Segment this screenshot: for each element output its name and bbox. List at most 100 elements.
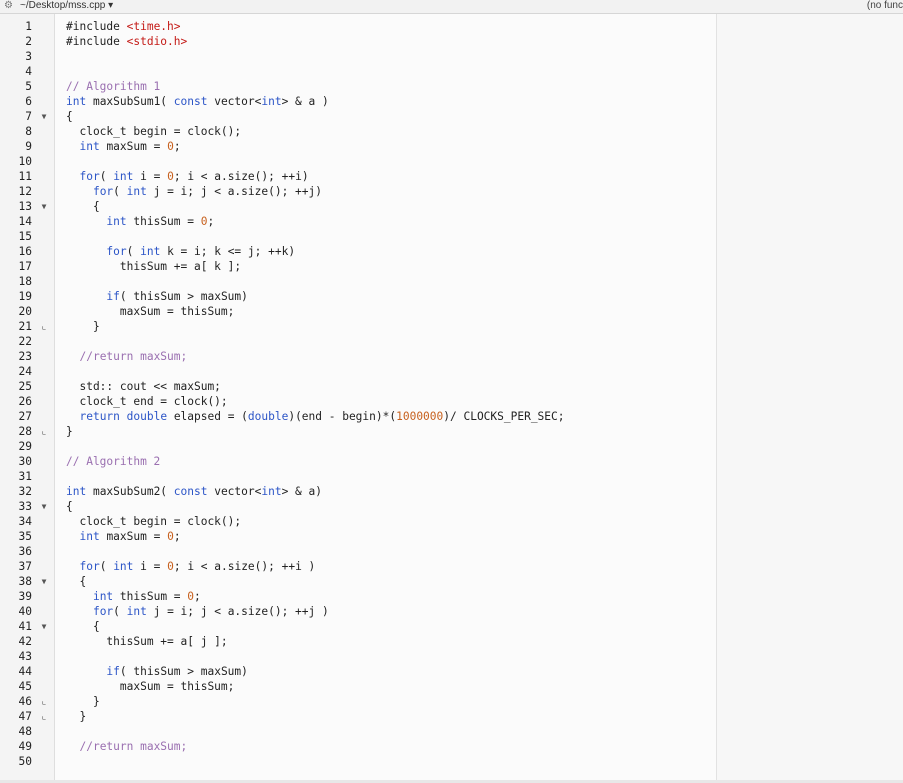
code-line[interactable]: 7 ▼ { bbox=[0, 109, 903, 124]
code-text: for( int j = i; j < a.size(); ++j) bbox=[92, 185, 322, 198]
line-number: 9 bbox=[25, 140, 32, 153]
code-line[interactable]: 41 ▼ { bbox=[0, 619, 903, 634]
code-text: thisSum += a[ k ]; bbox=[66, 260, 242, 273]
line-number: 34 bbox=[18, 515, 32, 528]
code-line[interactable]: 12 for( int j = i; j < a.size(); ++j) bbox=[0, 184, 903, 199]
code-line[interactable]: 22 bbox=[0, 334, 903, 349]
code-line[interactable]: 40 for( int j = i; j < a.size(); ++j ) bbox=[0, 604, 903, 619]
line-number: 46 bbox=[18, 695, 32, 708]
fold-open-icon[interactable]: ▼ bbox=[39, 619, 49, 634]
fold-open-icon[interactable]: ▼ bbox=[39, 199, 49, 214]
code-line[interactable]: 46 ⌞ } bbox=[0, 694, 903, 709]
line-number: 14 bbox=[18, 215, 32, 228]
code-line[interactable]: 44 if( thisSum > maxSum) bbox=[0, 664, 903, 679]
line-number: 23 bbox=[18, 350, 32, 363]
code-line[interactable]: 16 for( int k = i; k <= j; ++k) bbox=[0, 244, 903, 259]
code-line[interactable]: 2 #include <stdio.h> bbox=[0, 34, 903, 49]
code-text: maxSum = thisSum; bbox=[66, 680, 235, 693]
code-text: clock_t end = clock(); bbox=[66, 395, 228, 408]
code-text: { bbox=[66, 620, 100, 633]
code-line[interactable]: 42 thisSum += a[ j ]; bbox=[0, 634, 903, 649]
line-number: 25 bbox=[18, 380, 32, 393]
code-line[interactable]: 30 // Algorithm 2 bbox=[0, 454, 903, 469]
line-number: 49 bbox=[18, 740, 32, 753]
code-line[interactable]: 38 ▼ { bbox=[0, 574, 903, 589]
line-number: 36 bbox=[18, 545, 32, 558]
code-text: #include <stdio.h> bbox=[66, 35, 188, 48]
code-text: // Algorithm 2 bbox=[66, 455, 161, 468]
line-number: 40 bbox=[18, 605, 32, 618]
code-line[interactable]: 3 bbox=[0, 49, 903, 64]
code-line[interactable]: 49 //return maxSum; bbox=[0, 739, 903, 754]
line-number: 13 bbox=[18, 200, 32, 213]
code-text: for( int k = i; k <= j; ++k) bbox=[106, 245, 296, 258]
code-line[interactable]: 17 thisSum += a[ k ]; bbox=[0, 259, 903, 274]
fold-open-icon[interactable]: ▼ bbox=[39, 574, 49, 589]
code-line[interactable]: 14 int thisSum = 0; bbox=[0, 214, 903, 229]
code-text: #include <time.h> bbox=[66, 20, 181, 33]
code-line[interactable]: 37 for( int i = 0; i < a.size(); ++i ) bbox=[0, 559, 903, 574]
code-line[interactable]: 29 bbox=[0, 439, 903, 454]
line-number: 35 bbox=[18, 530, 32, 543]
gear-icon[interactable]: ⚙ bbox=[4, 0, 13, 12]
line-number: 30 bbox=[18, 455, 32, 468]
line-number: 45 bbox=[18, 680, 32, 693]
line-number: 6 bbox=[25, 95, 32, 108]
code-line[interactable]: 28 ⌞} bbox=[0, 424, 903, 439]
line-number: 21 bbox=[18, 320, 32, 333]
code-text: //return maxSum; bbox=[79, 740, 188, 753]
line-number: 4 bbox=[25, 65, 32, 78]
code-line[interactable]: 26 clock_t end = clock(); bbox=[0, 394, 903, 409]
code-line[interactable]: 11 for( int i = 0; i < a.size(); ++i) bbox=[0, 169, 903, 184]
code-text: } bbox=[66, 695, 100, 708]
code-line[interactable]: 45 maxSum = thisSum; bbox=[0, 679, 903, 694]
line-number: 37 bbox=[18, 560, 32, 573]
line-number: 33 bbox=[18, 500, 32, 513]
code-text: { bbox=[66, 200, 100, 213]
code-line[interactable]: 4 bbox=[0, 64, 903, 79]
code-line[interactable]: 9 int maxSum = 0; bbox=[0, 139, 903, 154]
code-line[interactable]: 24 bbox=[0, 364, 903, 379]
code-line[interactable]: 43 bbox=[0, 649, 903, 664]
code-line[interactable]: 39 int thisSum = 0; bbox=[0, 589, 903, 604]
line-number: 1 bbox=[25, 20, 32, 33]
fold-open-icon[interactable]: ▼ bbox=[39, 109, 49, 124]
code-line[interactable]: 20 maxSum = thisSum; bbox=[0, 304, 903, 319]
code-line[interactable]: 21 ⌞ } bbox=[0, 319, 903, 334]
code-line[interactable]: 8 clock_t begin = clock(); bbox=[0, 124, 903, 139]
line-number: 11 bbox=[18, 170, 32, 183]
code-line[interactable]: 25 std:: cout << maxSum; bbox=[0, 379, 903, 394]
code-line[interactable]: 31 bbox=[0, 469, 903, 484]
code-line[interactable]: 34 clock_t begin = clock(); bbox=[0, 514, 903, 529]
code-line[interactable]: 50 bbox=[0, 754, 903, 769]
line-number: 38 bbox=[18, 575, 32, 588]
code-line[interactable]: 47 ⌞ } bbox=[0, 709, 903, 724]
file-path-menu[interactable]: ~/Desktop/mss.cpp ▾ bbox=[20, 0, 113, 12]
code-line[interactable]: 13 ▼ { bbox=[0, 199, 903, 214]
code-text: int thisSum = 0; bbox=[106, 215, 215, 228]
code-line[interactable]: 33 ▼ { bbox=[0, 499, 903, 514]
code-line[interactable]: 35 int maxSum = 0; bbox=[0, 529, 903, 544]
code-line[interactable]: 15 bbox=[0, 229, 903, 244]
code-text: thisSum += a[ j ]; bbox=[66, 635, 228, 648]
code-line[interactable]: 18 bbox=[0, 274, 903, 289]
code-line[interactable]: 1 #include <time.h> bbox=[0, 19, 903, 34]
line-number: 8 bbox=[25, 125, 32, 138]
code-line[interactable]: 48 bbox=[0, 724, 903, 739]
code-line[interactable]: 36 bbox=[0, 544, 903, 559]
code-text: for( int i = 0; i < a.size(); ++i) bbox=[79, 170, 309, 183]
line-number: 42 bbox=[18, 635, 32, 648]
code-line[interactable]: 27 return double elapsed = (double)(end … bbox=[0, 409, 903, 424]
code-text: std:: cout << maxSum; bbox=[66, 380, 221, 393]
code-line[interactable]: 10 bbox=[0, 154, 903, 169]
code-text: { bbox=[66, 500, 73, 513]
line-number: 22 bbox=[18, 335, 32, 348]
function-menu[interactable]: (no func bbox=[867, 0, 903, 12]
line-number: 50 bbox=[18, 755, 32, 768]
code-line[interactable]: 19 if( thisSum > maxSum) bbox=[0, 289, 903, 304]
fold-open-icon[interactable]: ▼ bbox=[39, 499, 49, 514]
code-line[interactable]: 32 int maxSubSum2( const vector<int> & a) bbox=[0, 484, 903, 499]
code-line[interactable]: 5 // Algorithm 1 bbox=[0, 79, 903, 94]
code-line[interactable]: 23 //return maxSum; bbox=[0, 349, 903, 364]
code-line[interactable]: 6 int maxSubSum1( const vector<int> & a ) bbox=[0, 94, 903, 109]
